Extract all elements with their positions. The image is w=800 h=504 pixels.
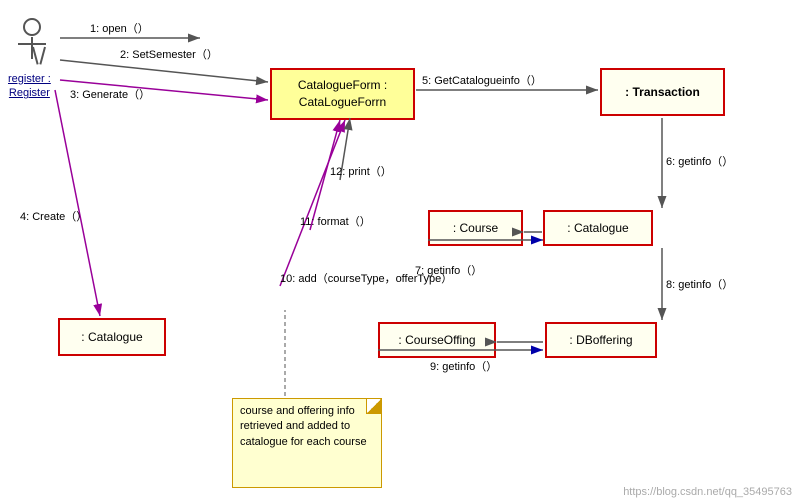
svg-text:10: add（courseType，offerType）: 10: add（courseType，offerType） xyxy=(280,272,452,285)
svg-text:7: getinfo（）: 7: getinfo（） xyxy=(415,264,482,277)
actor-head xyxy=(23,18,41,36)
transaction-box: : Transaction xyxy=(600,68,725,116)
actor-leg-right xyxy=(39,47,46,65)
svg-text:9: getinfo（）: 9: getinfo（） xyxy=(430,360,497,373)
actor-label: register : Register xyxy=(8,72,51,101)
svg-text:11: format（）: 11: format（） xyxy=(300,215,371,228)
catalogue-bottom-box: : Catalogue xyxy=(58,318,166,356)
watermark: https://blog.csdn.net/qq_35495763 xyxy=(623,486,792,498)
svg-text:2: SetSemester（）: 2: SetSemester（） xyxy=(120,48,218,61)
svg-text:3: Generate（）: 3: Generate（） xyxy=(70,88,150,101)
svg-text:1: open（）: 1: open（） xyxy=(90,22,149,35)
svg-text:8: getinfo（）: 8: getinfo（） xyxy=(666,278,733,291)
actor-name-line2: Register xyxy=(8,86,51,100)
diagram-container: register : Register CatalogueForm :CataL… xyxy=(0,0,800,504)
note-box: course and offering info retrieved and a… xyxy=(232,398,382,488)
catalogue-top-box: : Catalogue xyxy=(543,210,653,246)
svg-text:12: print（）: 12: print（） xyxy=(330,165,392,178)
actor-arms xyxy=(18,43,46,45)
db-offering-box: : DBoffering xyxy=(545,322,657,358)
svg-text:6: getinfo（）: 6: getinfo（） xyxy=(666,155,733,168)
note-text: course and offering info retrieved and a… xyxy=(240,405,367,448)
svg-text:4: Create（）: 4: Create（） xyxy=(20,210,87,223)
course-offing-box: : CourseOffing xyxy=(378,322,496,358)
course-box: : Course xyxy=(428,210,523,246)
actor-name-line1: register : xyxy=(8,72,51,86)
actor-leg-left xyxy=(32,47,39,65)
catalogue-form-box: CatalogueForm :CataLogueForrn xyxy=(270,68,415,120)
svg-text:5: GetCatalogueinfo（）: 5: GetCatalogueinfo（） xyxy=(422,74,542,87)
